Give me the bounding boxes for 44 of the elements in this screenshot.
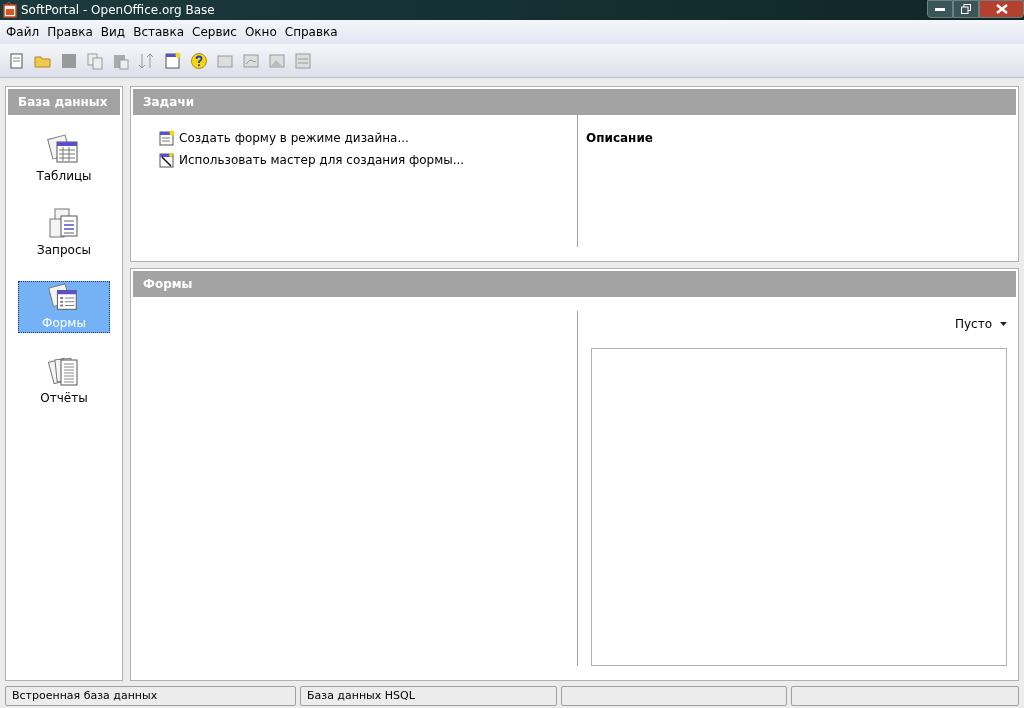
caret-icon — [1000, 322, 1007, 326]
minimize-button[interactable] — [927, 0, 953, 18]
help-icon[interactable] — [190, 51, 208, 70]
picture-icon[interactable] — [268, 51, 286, 70]
menu-item[interactable]: Вставка — [129, 23, 188, 41]
forms-title: Формы — [133, 271, 1016, 297]
copy-icon[interactable] — [86, 51, 104, 70]
sidebar-item-label: Запросы — [37, 242, 91, 259]
sidebar-item[interactable]: Отчёты — [18, 355, 110, 407]
sidebar-item-label: Формы — [42, 315, 86, 332]
status-field: База данных HSQL — [300, 686, 557, 706]
status-field: Встроенная база данных — [5, 686, 296, 706]
form-icon[interactable] — [164, 51, 182, 70]
sidebar-item[interactable]: Таблицы — [18, 133, 110, 185]
query-icon — [47, 207, 81, 241]
form-design-icon — [159, 130, 175, 146]
new-document-icon[interactable] — [8, 51, 26, 70]
sidebar-item-label: Таблицы — [36, 168, 92, 185]
sidebar-item-label: Отчёты — [40, 390, 88, 407]
description-title: Описание — [586, 131, 653, 145]
menu-item[interactable]: Правка — [43, 23, 97, 41]
window-title: SoftPortal - OpenOffice.org Base — [21, 2, 215, 19]
close-icon — [995, 4, 1008, 14]
menu-item[interactable]: Окно — [240, 23, 281, 41]
sidebar-title: База данных — [8, 89, 120, 115]
app-icon — [3, 2, 17, 18]
chart-icon[interactable] — [242, 51, 260, 70]
menu-item[interactable]: Справка — [280, 23, 342, 41]
sort-icon[interactable] — [138, 51, 156, 70]
task-link[interactable]: Использовать мастер для создания формы... — [159, 151, 577, 169]
menu-item[interactable]: Вид — [96, 23, 130, 41]
menu-item[interactable]: Файл — [2, 23, 44, 41]
minimize-icon — [935, 7, 945, 11]
form-wizard-icon — [159, 152, 175, 168]
list-icon[interactable] — [294, 51, 312, 70]
tasks-title: Задачи — [133, 89, 1016, 115]
report-icon — [47, 355, 81, 389]
task-link[interactable]: Создать форму в режиме дизайна... — [159, 129, 577, 147]
restore-button[interactable] — [953, 0, 979, 18]
menu-item[interactable]: Сервис — [188, 23, 241, 41]
preview-dropdown[interactable]: Пусто — [954, 315, 1007, 333]
sidebar-item[interactable]: Запросы — [18, 207, 110, 259]
restore-icon — [961, 4, 971, 14]
close-button[interactable] — [979, 0, 1024, 18]
